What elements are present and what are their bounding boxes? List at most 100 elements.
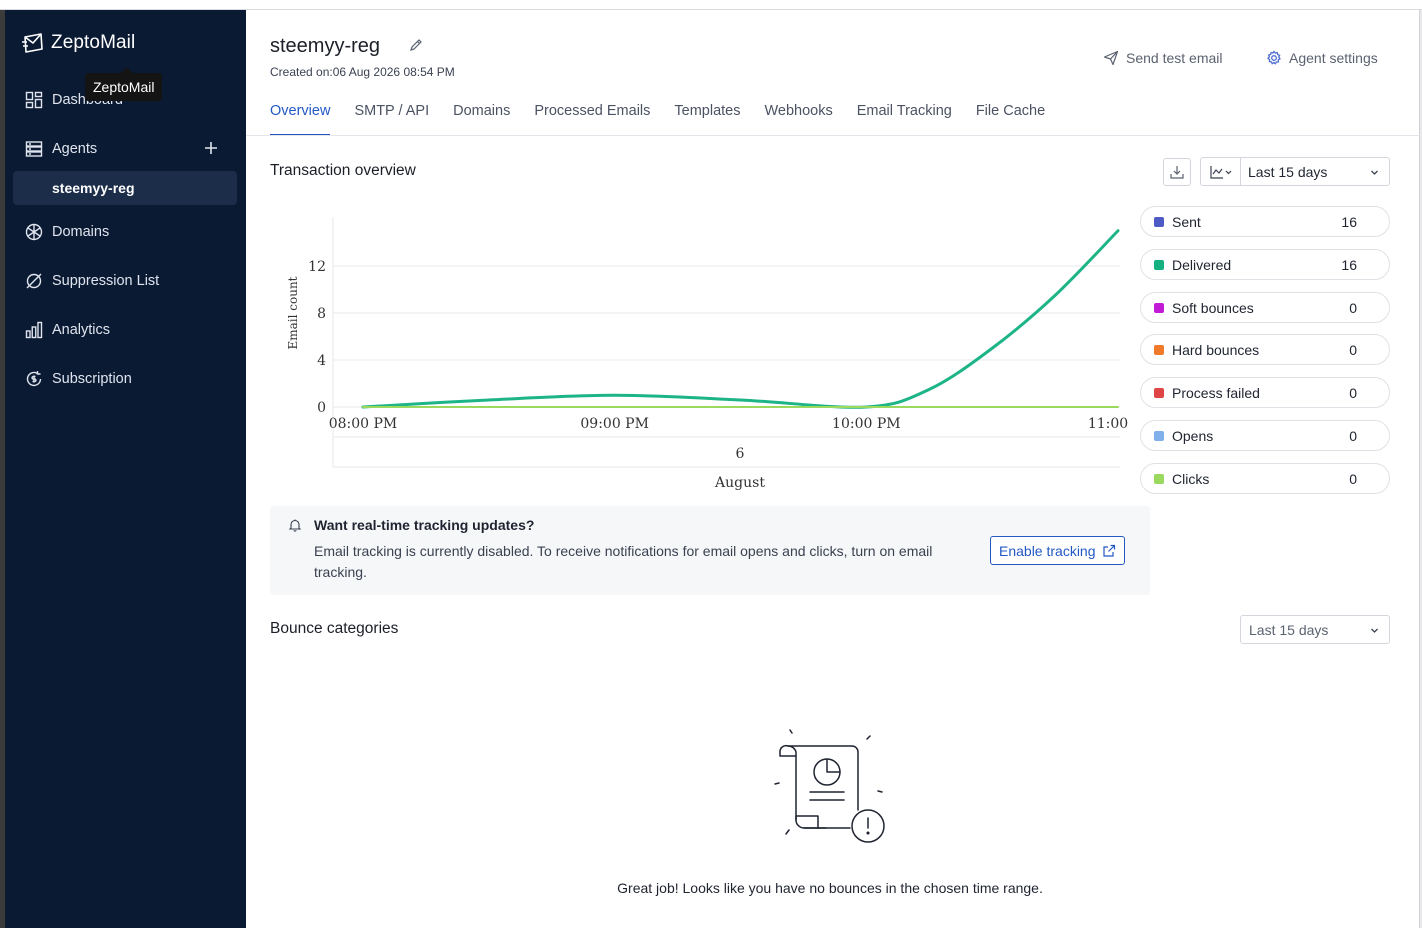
bar-chart-icon xyxy=(25,321,43,339)
brand-name: ZeptoMail xyxy=(51,32,136,53)
send-test-email-label: Send test email xyxy=(1126,50,1223,66)
legend-swatch xyxy=(1154,302,1164,313)
bounce-range-select[interactable]: Last 15 days xyxy=(1240,615,1390,644)
tab-domains[interactable]: Domains xyxy=(453,102,510,136)
legend-label: Clicks xyxy=(1172,470,1210,487)
transaction-line-chart: Email count 0 4 8 12 08:00 PM 09:00 PM 10:00 … xyxy=(286,217,1128,491)
y-tick-label: 12 xyxy=(308,259,326,275)
sidebar-item-subscription[interactable]: Subscription xyxy=(13,362,237,396)
transaction-overview-title: Transaction overview xyxy=(270,162,416,179)
legend-clicks[interactable]: Clicks 0 xyxy=(1140,463,1390,494)
legend-swatch xyxy=(1154,473,1164,484)
tracking-banner: Want real-time tracking updates? Email t… xyxy=(270,506,1150,595)
sidebar: ZeptoMail ZeptoMail Dashboard Agents ste… xyxy=(5,10,246,928)
legend-process-failed[interactable]: Process failed 0 xyxy=(1140,377,1390,408)
x-group-day-label: 6 xyxy=(736,446,745,462)
tab-file-cache[interactable]: File Cache xyxy=(976,102,1045,136)
tab-templates[interactable]: Templates xyxy=(674,102,740,136)
legend-count: 0 xyxy=(1349,299,1357,316)
y-axis-label: Email count xyxy=(286,276,300,349)
legend-label: Hard bounces xyxy=(1172,341,1260,358)
banner-text: Email tracking is currently disabled. To… xyxy=(314,543,933,580)
legend-swatch xyxy=(1154,259,1164,270)
send-test-email-button[interactable]: Send test email xyxy=(1103,48,1223,68)
y-tick-label: 8 xyxy=(317,306,326,322)
dashboard-icon xyxy=(25,91,43,109)
bell-icon xyxy=(288,519,302,532)
chart-grid xyxy=(333,265,1120,408)
sidebar-item-label: Suppression List xyxy=(52,273,160,289)
legend-sent[interactable]: Sent 16 xyxy=(1140,206,1390,237)
sidebar-agent-steemyy-reg[interactable]: steemyy-reg xyxy=(13,171,237,205)
legend-count: 16 xyxy=(1341,256,1357,273)
legend-count: 0 xyxy=(1349,427,1357,444)
zeptomail-logo-icon xyxy=(22,33,43,53)
legend-count: 0 xyxy=(1349,470,1357,487)
line-chart-icon xyxy=(1209,165,1231,179)
bounce-range-value: Last 15 days xyxy=(1249,621,1329,638)
y-tick-labels: 0 4 8 12 xyxy=(308,259,326,416)
agent-settings-button[interactable]: Agent settings xyxy=(1266,48,1378,68)
overview-range-select[interactable]: Last 15 days xyxy=(1200,157,1390,186)
legend-opens[interactable]: Opens 0 xyxy=(1140,420,1390,451)
send-icon xyxy=(1103,50,1119,66)
legend-soft-bounces[interactable]: Soft bounces 0 xyxy=(1140,292,1390,323)
brand[interactable]: ZeptoMail xyxy=(21,30,135,56)
sidebar-item-label: Agents xyxy=(52,141,98,157)
y-tick-label: 0 xyxy=(317,400,326,416)
empty-state-text: Great job! Looks like you have no bounce… xyxy=(617,880,1043,896)
legend-swatch xyxy=(1154,387,1164,398)
tab-smtp-api[interactable]: SMTP / API xyxy=(354,102,429,136)
legend-hard-bounces[interactable]: Hard bounces 0 xyxy=(1140,334,1390,365)
download-button[interactable] xyxy=(1163,158,1191,186)
subscription-icon xyxy=(26,371,42,387)
globe-icon xyxy=(25,223,43,241)
legend-delivered[interactable]: Delivered 16 xyxy=(1140,249,1390,280)
x-axis-label: August xyxy=(714,475,765,491)
sidebar-item-suppression-list[interactable]: Suppression List xyxy=(13,264,237,298)
legend-swatch xyxy=(1154,344,1164,355)
chevron-down-icon xyxy=(1371,170,1378,175)
tab-email-tracking[interactable]: Email Tracking xyxy=(857,102,952,136)
block-icon xyxy=(26,273,42,289)
download-icon xyxy=(1170,166,1184,179)
sidebar-item-label: Domains xyxy=(52,224,110,240)
external-link-icon xyxy=(1102,544,1115,557)
enable-tracking-button[interactable]: Enable tracking xyxy=(990,536,1125,565)
bounce-categories-title: Bounce categories xyxy=(270,620,399,637)
brand-tooltip: ZeptoMail xyxy=(85,67,163,101)
legend-label: Delivered xyxy=(1172,256,1232,273)
sidebar-item-domains[interactable]: Domains xyxy=(13,215,237,249)
tab-bar: Overview SMTP / API Domains Processed Em… xyxy=(270,102,1069,136)
chart-type-toggle[interactable] xyxy=(1201,158,1241,185)
page-title: steemyy-reg xyxy=(270,35,381,57)
series-line-delivered xyxy=(361,229,1120,409)
edit-pencil-icon[interactable] xyxy=(409,38,423,52)
legend-label: Process failed xyxy=(1172,384,1260,401)
legend-count: 0 xyxy=(1349,384,1357,401)
enable-tracking-label: Enable tracking xyxy=(999,542,1096,559)
no-bounces-illustration-icon xyxy=(774,729,885,843)
sidebar-item-label: Analytics xyxy=(52,322,111,338)
add-agent-icon[interactable] xyxy=(202,139,220,157)
x-tick-labels: 08:00 PM 09:00 PM 10:00 PM 11:00 xyxy=(329,416,1128,432)
tab-processed-emails[interactable]: Processed Emails xyxy=(534,102,650,136)
overview-range-value: Last 15 days xyxy=(1248,163,1328,180)
agent-settings-label: Agent settings xyxy=(1289,50,1378,66)
x-tick-label: 11:00 xyxy=(1088,416,1128,432)
legend-label: Opens xyxy=(1172,427,1214,444)
legend-count: 0 xyxy=(1349,341,1357,358)
window-top-strip xyxy=(0,0,1422,10)
legend-count: 16 xyxy=(1341,213,1357,230)
tabs-divider xyxy=(246,135,1420,136)
sidebar-item-analytics[interactable]: Analytics xyxy=(13,313,237,347)
y-tick-label: 4 xyxy=(317,353,326,369)
gear-icon xyxy=(1267,50,1281,65)
chevron-down-icon xyxy=(1371,628,1378,633)
sidebar-item-label: Subscription xyxy=(52,371,132,387)
sidebar-item-agents[interactable]: Agents xyxy=(13,132,237,166)
chart-series xyxy=(361,229,1120,409)
tab-webhooks[interactable]: Webhooks xyxy=(764,102,832,136)
created-timestamp: Created on:06 Aug 2026 08:54 PM xyxy=(270,65,455,79)
tab-overview[interactable]: Overview xyxy=(270,102,331,136)
